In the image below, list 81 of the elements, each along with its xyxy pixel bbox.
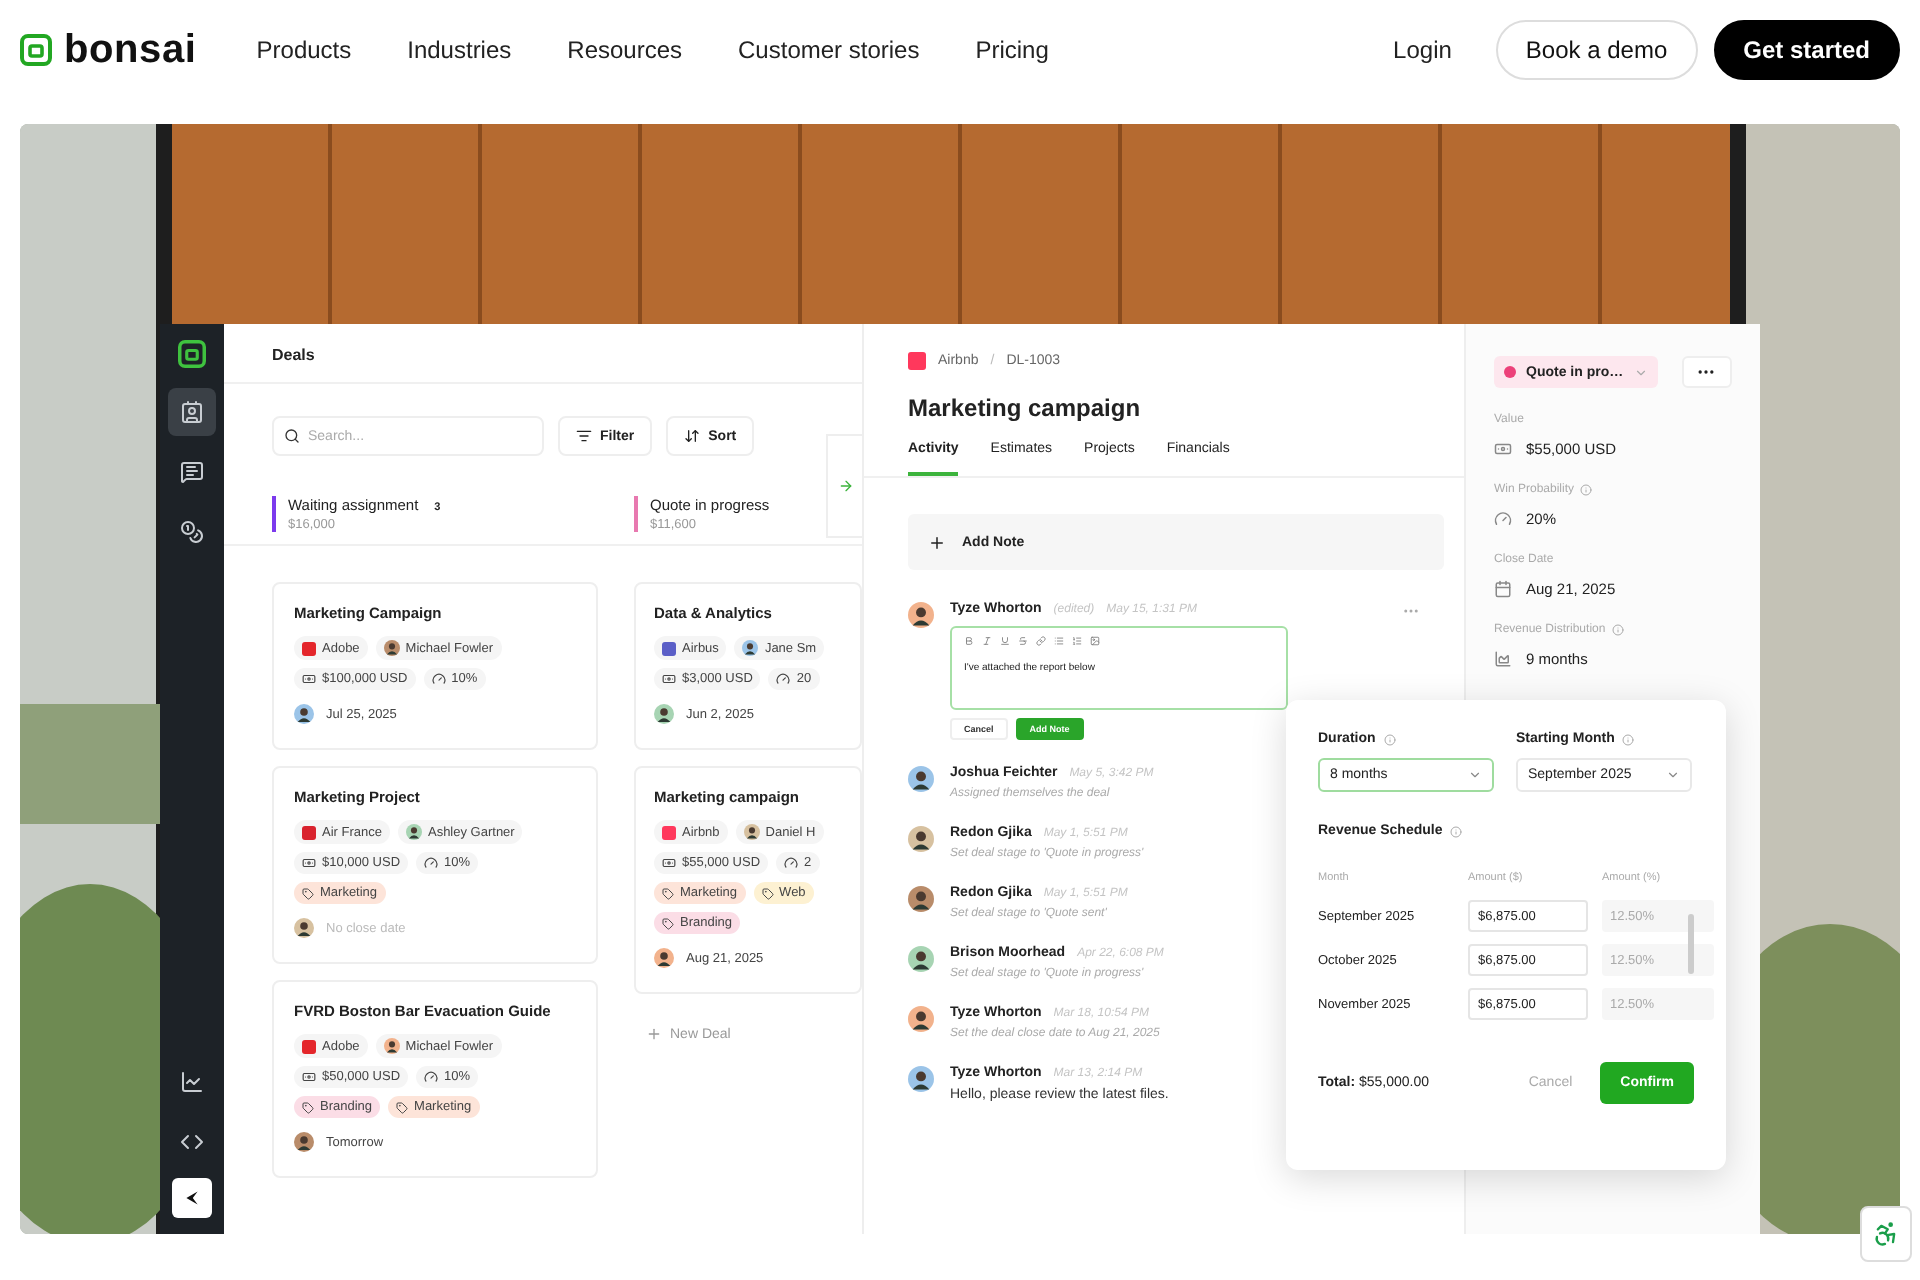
money-icon — [302, 672, 316, 686]
gauge-icon — [424, 856, 439, 870]
code-icon — [180, 1130, 204, 1154]
coins-icon — [180, 520, 204, 544]
tag-icon — [761, 887, 774, 899]
workspace-button[interactable] — [172, 1178, 212, 1218]
gauge-icon — [431, 672, 446, 686]
tag-icon — [302, 887, 314, 899]
avatar — [294, 918, 314, 938]
plus-icon — [928, 533, 946, 551]
money-icon — [1494, 440, 1512, 458]
message-icon — [180, 460, 204, 484]
contact-icon — [180, 400, 204, 424]
gauge-icon — [776, 672, 791, 686]
list-icon — [1054, 636, 1064, 646]
search-icon — [284, 428, 300, 444]
gauge-icon — [784, 856, 799, 870]
get-started-button[interactable]: Get started — [1713, 20, 1900, 80]
deal-title: Marketing campaign — [908, 394, 1143, 422]
avatar — [908, 766, 934, 792]
panel-title: Deals — [272, 346, 315, 364]
book-demo-button[interactable]: Book a demo — [1495, 20, 1698, 80]
tag-icon — [662, 887, 674, 899]
avatar — [383, 1038, 400, 1054]
avatar — [908, 886, 934, 912]
tag-icon — [662, 917, 674, 929]
avatar — [294, 1132, 314, 1152]
money-icon — [662, 672, 676, 686]
numbered-list-icon — [1072, 636, 1082, 646]
underline-icon — [1000, 636, 1010, 646]
italic-icon — [982, 636, 992, 646]
avatar — [654, 948, 674, 968]
info-icon — [1450, 825, 1463, 837]
sort-icon — [684, 428, 701, 444]
avatar — [742, 640, 759, 656]
tag-icon — [302, 1101, 314, 1113]
login-link[interactable]: Login — [1393, 36, 1452, 64]
nav-link[interactable]: Products — [256, 36, 352, 64]
nav-link[interactable]: Resources — [567, 36, 683, 64]
avatar — [743, 824, 760, 840]
chart-icon — [1494, 650, 1512, 668]
avatar — [908, 946, 934, 972]
money-icon — [662, 856, 676, 870]
calendar-icon — [1494, 580, 1512, 598]
workspace-logo-icon — [184, 1190, 200, 1206]
bold-icon — [964, 636, 974, 646]
chevron-down-icon — [1666, 768, 1680, 782]
chevron-down-icon — [1633, 365, 1648, 379]
avatar — [405, 824, 422, 840]
money-icon — [302, 856, 316, 870]
image-icon — [1090, 636, 1100, 646]
avatar — [654, 704, 674, 724]
plus-icon — [646, 1026, 662, 1042]
money-icon — [302, 1070, 316, 1084]
info-icon — [1383, 733, 1396, 745]
info-icon — [1622, 733, 1635, 745]
sidebar-item[interactable] — [168, 388, 216, 436]
gauge-icon — [424, 1070, 439, 1084]
avatar — [294, 704, 314, 724]
link-icon — [1036, 636, 1046, 646]
logo-text: bonsai — [64, 27, 197, 73]
app-logo-icon — [178, 340, 206, 368]
filter-icon — [576, 428, 592, 444]
avatar — [383, 640, 400, 656]
chevron-down-icon — [1468, 768, 1482, 782]
scrollbar[interactable] — [1688, 914, 1694, 974]
avatar — [908, 1066, 934, 1092]
tag-icon — [396, 1101, 409, 1113]
avatar — [908, 826, 934, 852]
accessibility-icon — [1872, 1220, 1900, 1248]
avatar — [908, 602, 934, 628]
nav-link[interactable]: Industries — [407, 36, 512, 64]
nav-link[interactable]: Pricing — [975, 36, 1049, 64]
chart-icon — [180, 1070, 204, 1094]
gauge-icon — [1494, 510, 1512, 528]
avatar — [908, 1006, 934, 1032]
accessibility-button[interactable] — [1860, 1206, 1912, 1262]
strikethrough-icon — [1018, 636, 1028, 646]
nav-link[interactable]: Customer stories — [738, 36, 920, 64]
logo-icon — [20, 34, 52, 66]
arrow-right-icon — [837, 478, 853, 494]
